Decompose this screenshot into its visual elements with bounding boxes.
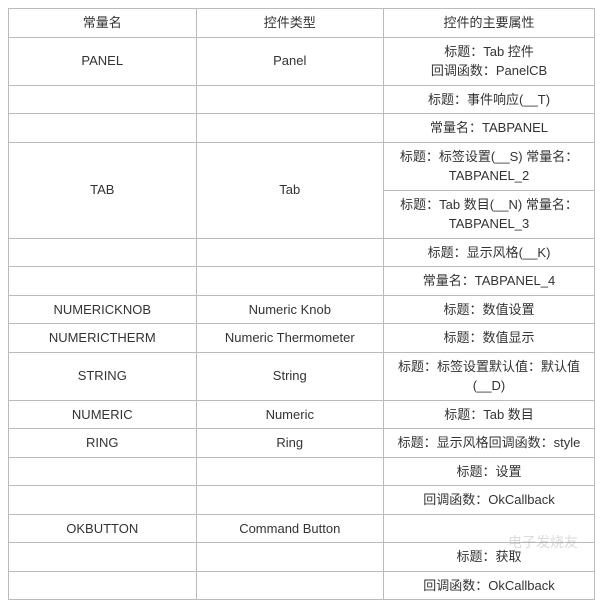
cell-constant-name: OKBUTTON	[9, 514, 197, 543]
cell-control-type	[196, 238, 384, 267]
cell-property: 标题：标签设置(__S) 常量名：TABPANEL_2	[384, 142, 595, 190]
cell-control-type	[196, 267, 384, 296]
table-row: 回调函数：OkCallback	[9, 486, 595, 515]
cell-property: 标题：获取	[384, 543, 595, 572]
controls-table: 常量名 控件类型 控件的主要属性 PANELPanel标题：Tab 控件回调函数…	[8, 8, 595, 600]
cell-control-type: Numeric Knob	[196, 295, 384, 324]
cell-constant-name	[9, 543, 197, 572]
cell-constant-name: STRING	[9, 352, 197, 400]
cell-control-type	[196, 543, 384, 572]
header-row: 常量名 控件类型 控件的主要属性	[9, 9, 595, 38]
cell-control-type: Panel	[196, 37, 384, 85]
cell-property: 标题：显示风格回调函数：style	[384, 429, 595, 458]
table-row: 常量名：TABPANEL_4	[9, 267, 595, 296]
cell-property: 回调函数：OkCallback	[384, 486, 595, 515]
cell-property: 标题：设置	[384, 457, 595, 486]
cell-control-type: Tab	[196, 142, 384, 238]
cell-constant-name	[9, 457, 197, 486]
table-row: 标题：设置	[9, 457, 595, 486]
table-row: NUMERICNumeric标题：Tab 数目	[9, 400, 595, 429]
table-row: NUMERICKNOBNumeric Knob标题：数值设置	[9, 295, 595, 324]
cell-constant-name	[9, 85, 197, 114]
cell-property: 标题：Tab 数目(__N) 常量名：TABPANEL_3	[384, 190, 595, 238]
header-control-type: 控件类型	[196, 9, 384, 38]
cell-property: 标题：显示风格(__K)	[384, 238, 595, 267]
cell-property	[384, 514, 595, 543]
table-row: NUMERICTHERMNumeric Thermometer标题：数值显示	[9, 324, 595, 353]
cell-control-type: Numeric	[196, 400, 384, 429]
table-row: 标题：事件响应(__T)	[9, 85, 595, 114]
table-row: RINGRing标题：显示风格回调函数：style	[9, 429, 595, 458]
table-row: 标题：显示风格(__K)	[9, 238, 595, 267]
cell-property: 标题：Tab 控件回调函数：PanelCB	[384, 37, 595, 85]
cell-property: 标题：标签设置默认值：默认值(__D)	[384, 352, 595, 400]
cell-control-type: Numeric Thermometer	[196, 324, 384, 353]
table-row: 回调函数：OkCallback	[9, 571, 595, 600]
table-row: PANELPanel标题：Tab 控件回调函数：PanelCB	[9, 37, 595, 85]
cell-constant-name: NUMERICTHERM	[9, 324, 197, 353]
table-row: OKBUTTONCommand Button	[9, 514, 595, 543]
cell-control-type: Ring	[196, 429, 384, 458]
cell-control-type	[196, 114, 384, 143]
table-row: 常量名：TABPANEL	[9, 114, 595, 143]
cell-control-type	[196, 486, 384, 515]
cell-property: 标题：数值设置	[384, 295, 595, 324]
cell-control-type: Command Button	[196, 514, 384, 543]
cell-constant-name: RING	[9, 429, 197, 458]
cell-control-type	[196, 571, 384, 600]
cell-property: 常量名：TABPANEL_4	[384, 267, 595, 296]
table-row: 标题：获取	[9, 543, 595, 572]
cell-property: 标题：数值显示	[384, 324, 595, 353]
cell-property: 常量名：TABPANEL	[384, 114, 595, 143]
cell-property: 标题：Tab 数目	[384, 400, 595, 429]
table-row: STRINGString标题：标签设置默认值：默认值(__D)	[9, 352, 595, 400]
cell-constant-name	[9, 267, 197, 296]
cell-constant-name	[9, 114, 197, 143]
cell-constant-name: NUMERIC	[9, 400, 197, 429]
cell-control-type: String	[196, 352, 384, 400]
cell-constant-name: TAB	[9, 142, 197, 238]
cell-constant-name: PANEL	[9, 37, 197, 85]
table-row: TABTab标题：标签设置(__S) 常量名：TABPANEL_2	[9, 142, 595, 190]
cell-property: 标题：事件响应(__T)	[384, 85, 595, 114]
header-constant-name: 常量名	[9, 9, 197, 38]
cell-constant-name	[9, 486, 197, 515]
cell-control-type	[196, 457, 384, 486]
cell-constant-name	[9, 238, 197, 267]
cell-control-type	[196, 85, 384, 114]
cell-constant-name	[9, 571, 197, 600]
cell-property: 回调函数：OkCallback	[384, 571, 595, 600]
cell-constant-name: NUMERICKNOB	[9, 295, 197, 324]
header-main-property: 控件的主要属性	[384, 9, 595, 38]
